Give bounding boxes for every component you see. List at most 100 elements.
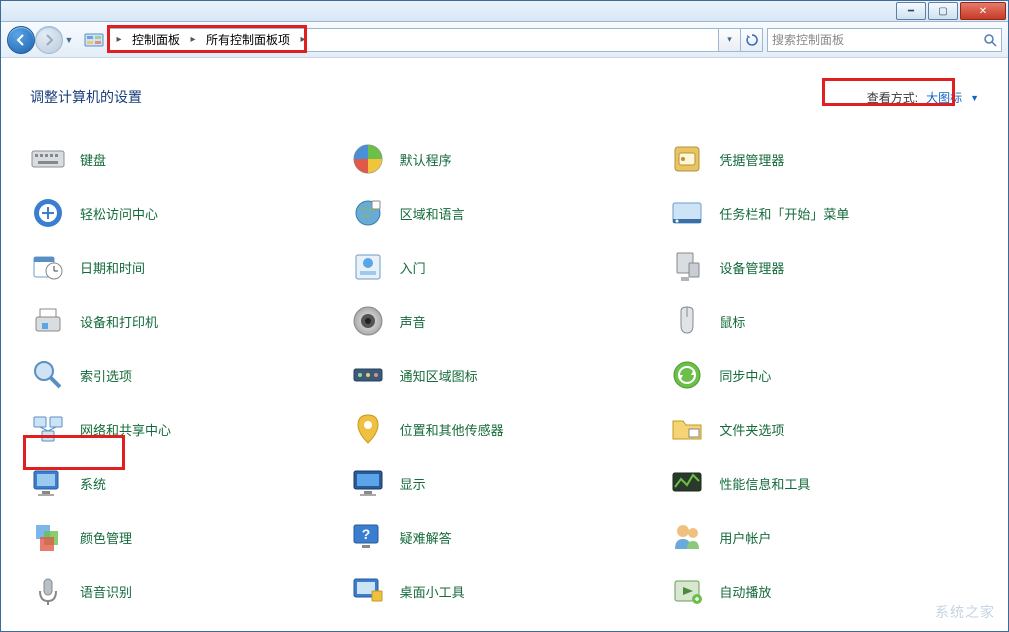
sync-icon: [669, 357, 705, 393]
control-panel-item-index[interactable]: 索引选项: [30, 357, 340, 393]
close-button[interactable]: ✕: [960, 2, 1006, 20]
item-label: 默认程序: [400, 150, 452, 169]
control-panel-item-speech[interactable]: 语音识别: [30, 573, 340, 609]
control-panel-item-mouse[interactable]: 鼠标: [669, 303, 979, 339]
control-panel-item-region[interactable]: 区域和语言: [350, 195, 660, 231]
location-icon: [350, 411, 386, 447]
maximize-button[interactable]: ▢: [928, 2, 958, 20]
item-label: 用户帐户: [719, 528, 771, 547]
taskbar-icon: [669, 195, 705, 231]
keyboard-icon: [30, 141, 66, 177]
control-panel-item-ease[interactable]: 轻松访问中心: [30, 195, 340, 231]
control-panel-item-folder[interactable]: 文件夹选项: [669, 411, 979, 447]
index-icon: [30, 357, 66, 393]
minimize-button[interactable]: ━: [896, 2, 926, 20]
item-label: 日期和时间: [80, 258, 145, 277]
search-icon: [983, 33, 997, 47]
item-label: 疑难解答: [400, 528, 452, 547]
control-panel-item-users[interactable]: 用户帐户: [669, 519, 979, 555]
item-label: 文件夹选项: [719, 420, 784, 439]
breadcrumb-item-1[interactable]: 所有控制面板项: [200, 29, 296, 51]
gadgets-icon: [350, 573, 386, 609]
breadcrumb-item-0[interactable]: 控制面板: [126, 29, 186, 51]
chevron-down-icon: ▼: [970, 93, 979, 103]
control-panel-item-devprint[interactable]: 设备和打印机: [30, 303, 340, 339]
item-label: 同步中心: [719, 366, 771, 385]
item-label: 声音: [400, 312, 426, 331]
devmgr-icon: [669, 249, 705, 285]
item-label: 鼠标: [719, 312, 745, 331]
control-panel-item-taskbar[interactable]: 任务栏和「开始」菜单: [669, 195, 979, 231]
control-panel-item-system[interactable]: 系统: [30, 465, 340, 501]
item-label: 设备管理器: [719, 258, 784, 277]
folder-icon: [669, 411, 705, 447]
control-panel-item-gadgets[interactable]: 桌面小工具: [350, 573, 660, 609]
control-panel-item-credentials[interactable]: 凭据管理器: [669, 141, 979, 177]
devprint-icon: [30, 303, 66, 339]
search-input[interactable]: 搜索控制面板: [767, 28, 1002, 52]
item-label: 网络和共享中心: [80, 420, 171, 439]
item-label: 语音识别: [80, 582, 132, 601]
control-panel-item-color[interactable]: 颜色管理: [30, 519, 340, 555]
view-mode-selector[interactable]: 查看方式: 大图标 ▼: [867, 89, 979, 106]
refresh-button[interactable]: [741, 28, 763, 52]
item-label: 颜色管理: [80, 528, 132, 547]
autoplay-icon: [669, 573, 705, 609]
control-panel-item-perf[interactable]: 性能信息和工具: [669, 465, 979, 501]
breadcrumb-root-chevron[interactable]: ▸: [112, 34, 126, 45]
credentials-icon: [669, 141, 705, 177]
forward-button[interactable]: [35, 26, 63, 54]
item-label: 键盘: [80, 150, 106, 169]
perf-icon: [669, 465, 705, 501]
control-panel-item-getting[interactable]: 入门: [350, 249, 660, 285]
item-label: 通知区域图标: [400, 366, 478, 385]
control-panel-item-sync[interactable]: 同步中心: [669, 357, 979, 393]
item-label: 凭据管理器: [719, 150, 784, 169]
breadcrumb-chevron[interactable]: ▸: [186, 34, 200, 45]
item-label: 设备和打印机: [80, 312, 158, 331]
breadcrumb-chevron[interactable]: ▸: [296, 34, 310, 45]
control-panel-item-tray[interactable]: 通知区域图标: [350, 357, 660, 393]
trouble-icon: [350, 519, 386, 555]
nav-history-dropdown[interactable]: ▼: [63, 35, 75, 45]
item-label: 任务栏和「开始」菜单: [719, 204, 849, 223]
fonts-icon: [30, 627, 66, 630]
speech-icon: [30, 573, 66, 609]
control-panel-grid: 键盘默认程序凭据管理器轻松访问中心区域和语言任务栏和「开始」菜单日期和时间入门设…: [2, 117, 1007, 630]
search-placeholder: 搜索控制面板: [772, 31, 844, 48]
item-label: 桌面小工具: [400, 582, 465, 601]
color-icon: [30, 519, 66, 555]
control-panel-item-keyboard[interactable]: 键盘: [30, 141, 340, 177]
display-icon: [350, 465, 386, 501]
navigation-bar: ▼ ▸ 控制面板 ▸ 所有控制面板项 ▸ ▾ 搜索控制面板: [1, 22, 1008, 58]
control-panel-item-autoplay[interactable]: 自动播放: [669, 573, 979, 609]
item-label: 系统: [80, 474, 106, 493]
item-label: 显示: [400, 474, 426, 493]
control-panel-item-fonts[interactable]: 字体: [30, 627, 340, 630]
defaults-icon: [350, 141, 386, 177]
datetime-icon: [30, 249, 66, 285]
control-panel-item-sound[interactable]: 声音: [350, 303, 660, 339]
address-dropdown[interactable]: ▾: [719, 28, 741, 52]
item-label: 位置和其他传感器: [400, 420, 504, 439]
control-panel-icon: [83, 29, 105, 51]
view-mode-value[interactable]: 大图标: [926, 89, 962, 106]
control-panel-item-location[interactable]: 位置和其他传感器: [350, 411, 660, 447]
window-titlebar: ━ ▢ ✕: [1, 1, 1008, 22]
control-panel-item-defaults[interactable]: 默认程序: [350, 141, 660, 177]
item-label: 区域和语言: [400, 204, 465, 223]
system-icon: [30, 465, 66, 501]
network-icon: [30, 411, 66, 447]
control-panel-item-trouble[interactable]: 疑难解答: [350, 519, 660, 555]
address-bar[interactable]: ▸ 控制面板 ▸ 所有控制面板项 ▸: [109, 28, 719, 52]
region-icon: [350, 195, 386, 231]
item-label: 索引选项: [80, 366, 132, 385]
control-panel-item-network[interactable]: 网络和共享中心: [30, 411, 340, 447]
content-area: 调整计算机的设置 查看方式: 大图标 ▼ 键盘默认程序凭据管理器轻松访问中心区域…: [2, 59, 1007, 630]
control-panel-item-datetime[interactable]: 日期和时间: [30, 249, 340, 285]
item-label: 轻松访问中心: [80, 204, 158, 223]
control-panel-item-display[interactable]: 显示: [350, 465, 660, 501]
control-panel-item-devmgr[interactable]: 设备管理器: [669, 249, 979, 285]
item-label: 入门: [400, 258, 426, 277]
back-button[interactable]: [7, 26, 35, 54]
